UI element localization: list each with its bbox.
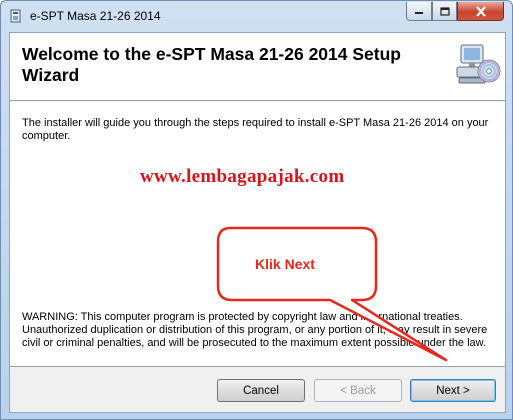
- maximize-button[interactable]: [432, 2, 457, 21]
- close-button[interactable]: [457, 2, 504, 21]
- callout-text: Klik Next: [255, 256, 315, 272]
- next-button[interactable]: Next >: [410, 379, 496, 402]
- minimize-icon: [415, 12, 423, 14]
- minimize-button[interactable]: [406, 2, 432, 21]
- close-icon: [475, 5, 486, 17]
- window-title: e-SPT Masa 21-26 2014: [30, 9, 161, 23]
- website-watermark: www.lembagapajak.com: [140, 166, 345, 187]
- computer-cd-icon: [456, 44, 501, 84]
- back-button[interactable]: < Back: [314, 379, 402, 402]
- maximize-icon: [439, 6, 450, 16]
- copyright-warning: WARNING: This computer program is protec…: [22, 311, 488, 349]
- wizard-banner: Welcome to the e-SPT Masa 21-26 2014 Set…: [10, 33, 505, 101]
- setup-window: e-SPT Masa 21-26 2014 Welcome to the e-S…: [0, 0, 513, 420]
- wizard-content: The installer will guide you through the…: [10, 102, 505, 367]
- wizard-heading: Welcome to the e-SPT Masa 21-26 2014 Set…: [22, 44, 401, 85]
- intro-text: The installer will guide you through the…: [22, 117, 489, 142]
- cancel-button[interactable]: Cancel: [217, 379, 305, 402]
- wizard-client-area: Welcome to the e-SPT Masa 21-26 2014 Set…: [9, 32, 506, 413]
- installer-app-icon: [10, 9, 21, 23]
- title-bar[interactable]: e-SPT Masa 21-26 2014: [1, 1, 512, 32]
